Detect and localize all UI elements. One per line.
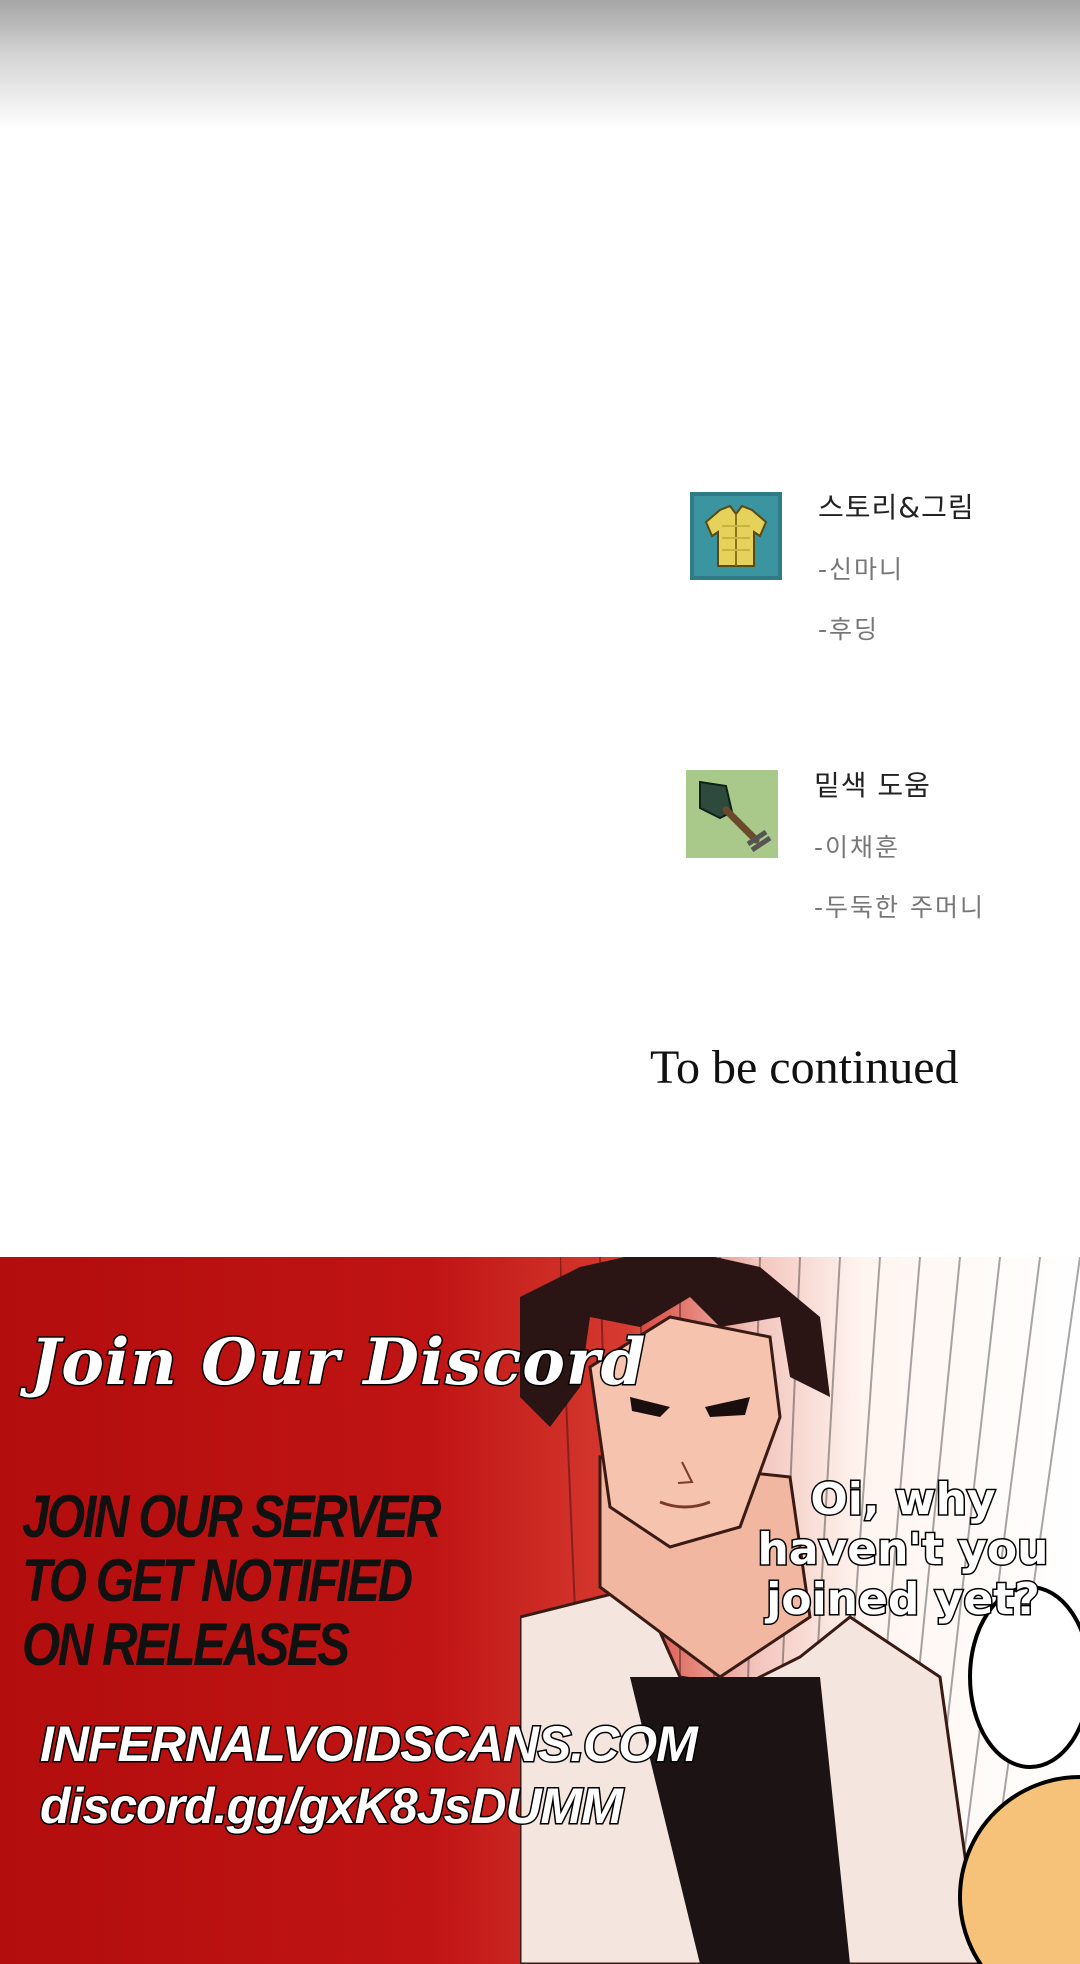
speech-bubble-text: Oi, why haven't you joined yet? xyxy=(756,1473,1050,1626)
credit-name: -이채훈 xyxy=(814,833,901,862)
credit-name: -신마니 xyxy=(818,555,905,584)
discord-link[interactable]: discord.gg/gxK8JsDUMM xyxy=(39,1775,697,1837)
credit-heading: 밑색 도움 xyxy=(814,769,931,802)
to-be-continued: To be continued xyxy=(650,1041,959,1094)
jacket-icon xyxy=(690,492,782,580)
site-link[interactable]: INFERNALVOIDSCANS.COM xyxy=(39,1713,700,1775)
credit-name: -두둑한 주머니 xyxy=(814,893,985,922)
credit-name: -후딩 xyxy=(818,615,880,644)
shovel-icon xyxy=(686,770,778,858)
discord-title: Join Our Discord xyxy=(28,1324,647,1402)
credit-text: 밑색 도움 -이채훈 -두둑한 주머니 xyxy=(814,769,1074,924)
banner-links: INFERNALVOIDSCANS.COM discord.gg/gxK8JsD… xyxy=(39,1713,700,1837)
credit-text: 스토리&그림 -신마니 -후딩 xyxy=(818,491,1078,646)
top-gradient xyxy=(0,0,1080,130)
credit-story-art: 스토리&그림 -신마니 -후딩 xyxy=(690,491,974,644)
credit-color-assist: 밑색 도움 -이채훈 -두둑한 주머니 xyxy=(686,769,983,922)
credit-heading: 스토리&그림 xyxy=(818,491,975,524)
discord-banner[interactable]: Join Our Discord JOIN OUR SERVER TO GET … xyxy=(0,1257,1080,1964)
discord-subtitle: JOIN OUR SERVER TO GET NOTIFIED ON RELEA… xyxy=(22,1483,441,1678)
